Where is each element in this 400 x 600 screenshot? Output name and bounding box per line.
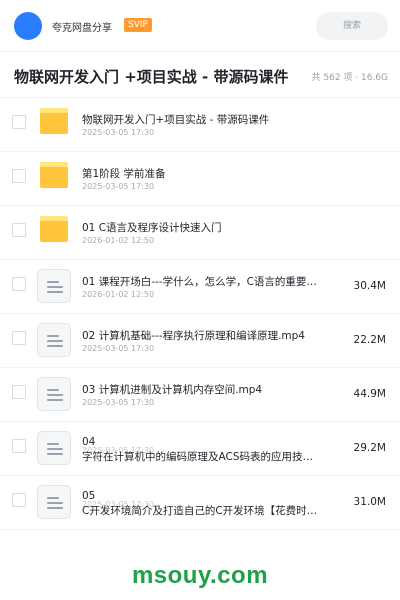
file-date: 2025-03-05 17:30 [82, 182, 155, 191]
file-row[interactable]: 2025-03-05 17:30 05 C开发环境简介及打造自己的C开发环境【花… [0, 476, 400, 530]
checkbox-icon[interactable] [12, 385, 26, 399]
checkbox-icon[interactable] [12, 169, 26, 183]
file-row[interactable]: 2025-03-05 17:30 04 字符在计算机中的编码原理及ACS码表的应… [0, 422, 400, 476]
file-size: 44.9M [353, 388, 386, 400]
checkbox-icon[interactable] [12, 331, 26, 345]
folder-row[interactable]: 01 C语言及程序设计快速入门 2026-01-02 12:50 [0, 206, 400, 260]
top-bar: 夸克网盘分享 SVIP 搜索 [0, 0, 400, 52]
file-date: 2026-01-02 12:50 [82, 236, 155, 245]
file-size: 29.2M [353, 442, 386, 454]
file-name: 03 计算机进制及计算机内存空间.mp4 [82, 384, 263, 396]
search-button[interactable]: 搜索 [316, 12, 388, 40]
checkbox-icon[interactable] [12, 115, 26, 129]
checkbox-icon[interactable] [12, 493, 26, 507]
file-name-continued: C开发环境简介及打造自己的C开发环境【花费时… [82, 505, 318, 517]
file-date: 2025-03-05 17:30 [82, 128, 155, 137]
user-avatar-icon[interactable] [14, 12, 42, 40]
file-name: 04 [82, 436, 96, 448]
folder-icon [40, 108, 68, 134]
item-count-size: 共 562 项 · 16.6G [311, 73, 389, 83]
file-name: 01 课程开场白---学什么，怎么学，C语言的重要… [82, 276, 317, 288]
file-name: 05 [82, 490, 96, 502]
file-date: 2026-01-02 12:50 [82, 290, 155, 299]
video-file-icon [37, 377, 71, 411]
page-title: 物联网开发入门 +项目实战 - 带源码课件 [14, 68, 289, 86]
checkbox-icon[interactable] [12, 223, 26, 237]
folder-icon [40, 216, 68, 242]
folder-row[interactable]: 第1阶段 学前准备 2025-03-05 17:30 [0, 152, 400, 206]
file-name: 第1阶段 学前准备 [82, 168, 166, 180]
file-name: 01 C语言及程序设计快速入门 [82, 222, 222, 234]
file-date: 2025-03-05 17:30 [82, 398, 155, 407]
video-file-icon [37, 485, 71, 519]
svip-badge: SVIP [124, 18, 152, 32]
file-row[interactable]: 02 计算机基础---程序执行原理和编译原理.mp4 2025-03-05 17… [0, 314, 400, 368]
folder-icon [40, 162, 68, 188]
file-name-continued: 字符在计算机中的编码原理及ACS码表的应用技… [82, 451, 313, 463]
file-date: 2025-03-05 17:30 [82, 344, 155, 353]
video-file-icon [37, 431, 71, 465]
file-name: 02 计算机基础---程序执行原理和编译原理.mp4 [82, 330, 305, 342]
file-row[interactable]: 01 课程开场白---学什么，怎么学，C语言的重要… 2026-01-02 12… [0, 260, 400, 314]
file-size: 30.4M [353, 280, 386, 292]
site-watermark: msouy.com [131, 562, 269, 589]
folder-row[interactable]: 物联网开发入门+项目实战 - 带源码课件 2025-03-05 17:30 [0, 98, 400, 152]
file-name: 物联网开发入门+项目实战 - 带源码课件 [82, 114, 270, 126]
folder-header: 物联网开发入门 +项目实战 - 带源码课件 共 562 项 · 16.6G [0, 52, 400, 98]
file-row[interactable]: 03 计算机进制及计算机内存空间.mp4 2025-03-05 17:30 44… [0, 368, 400, 422]
file-size: 22.2M [353, 334, 386, 346]
file-size: 31.0M [353, 496, 386, 508]
checkbox-icon[interactable] [12, 439, 26, 453]
app-name: 夸克网盘分享 [52, 23, 112, 34]
checkbox-icon[interactable] [12, 277, 26, 291]
video-file-icon [37, 323, 71, 357]
video-file-icon [37, 269, 71, 303]
